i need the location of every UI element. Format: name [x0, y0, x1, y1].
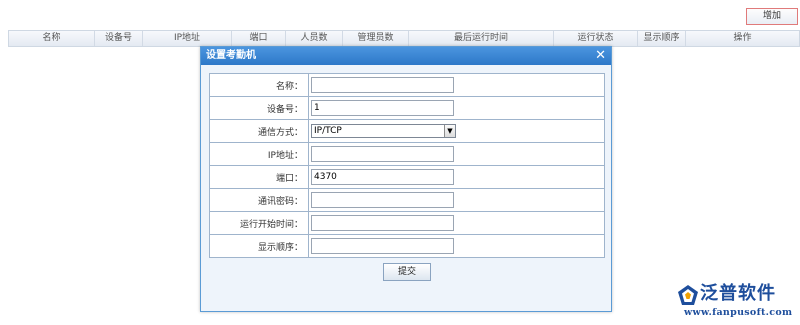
start-time-input[interactable]	[311, 215, 454, 231]
form-row-comm-mode: 通信方式： IP/TCP ▼	[209, 119, 605, 143]
column-header-device-no[interactable]: 设备号	[95, 31, 143, 46]
logo-name: 泛普软件	[700, 283, 776, 304]
form-row-start-time: 运行开始时间：	[209, 211, 605, 235]
display-order-label: 显示顺序：	[209, 234, 309, 258]
ip-label: IP地址：	[209, 142, 309, 166]
column-header-name[interactable]: 名称	[9, 31, 95, 46]
comm-mode-value: IP/TCP	[314, 126, 342, 136]
close-icon[interactable]: ✕	[595, 48, 606, 63]
column-header-display-order[interactable]: 显示顺序	[638, 31, 686, 46]
submit-button[interactable]: 提交	[383, 263, 431, 281]
name-input[interactable]	[311, 77, 454, 93]
column-header-staff-count[interactable]: 人员数	[286, 31, 343, 46]
name-label: 名称：	[209, 73, 309, 97]
company-logo: 泛普软件 www.fanpusoft.com	[677, 282, 799, 324]
comm-password-label: 通讯密码：	[209, 188, 309, 212]
dialog-titlebar[interactable]: 设置考勤机 ✕	[201, 47, 611, 65]
comm-password-input[interactable]	[311, 192, 454, 208]
device-no-input[interactable]	[311, 100, 454, 116]
chevron-down-icon[interactable]: ▼	[444, 125, 455, 137]
add-button[interactable]: 增加	[746, 8, 798, 25]
logo-url: www.fanpusoft.com	[684, 307, 793, 318]
column-header-actions[interactable]: 操作	[686, 31, 799, 46]
form-row-name: 名称：	[209, 73, 605, 97]
form-row-comm-password: 通讯密码：	[209, 188, 605, 212]
display-order-input[interactable]	[311, 238, 454, 254]
port-input[interactable]	[311, 169, 454, 185]
table-header: 名称 设备号 IP地址 端口 人员数 管理员数 最后运行时间 运行状态 显示顺序…	[8, 30, 800, 47]
form-row-device-no: 设备号：	[209, 96, 605, 120]
logo-mark-icon	[678, 285, 698, 305]
device-no-label: 设备号：	[209, 96, 309, 120]
column-header-run-status[interactable]: 运行状态	[554, 31, 638, 46]
column-header-admin-count[interactable]: 管理员数	[343, 31, 409, 46]
form-row-display-order: 显示顺序：	[209, 234, 605, 258]
comm-mode-select[interactable]: IP/TCP ▼	[311, 124, 456, 138]
column-header-ip[interactable]: IP地址	[143, 31, 232, 46]
dialog-title: 设置考勤机	[206, 50, 256, 61]
device-form: 名称： 设备号： 通信方式： IP/TCP ▼ IP地址： 端口： 通讯密码：	[209, 73, 605, 258]
comm-mode-label: 通信方式：	[209, 119, 309, 143]
form-row-port: 端口：	[209, 165, 605, 189]
start-time-label: 运行开始时间：	[209, 211, 309, 235]
form-row-ip: IP地址：	[209, 142, 605, 166]
ip-input[interactable]	[311, 146, 454, 162]
port-label: 端口：	[209, 165, 309, 189]
column-header-last-run-time[interactable]: 最后运行时间	[409, 31, 554, 46]
attendance-device-dialog: 设置考勤机 ✕ 名称： 设备号： 通信方式： IP/TCP ▼ IP地址： 端口…	[200, 46, 612, 312]
column-header-port[interactable]: 端口	[232, 31, 286, 46]
